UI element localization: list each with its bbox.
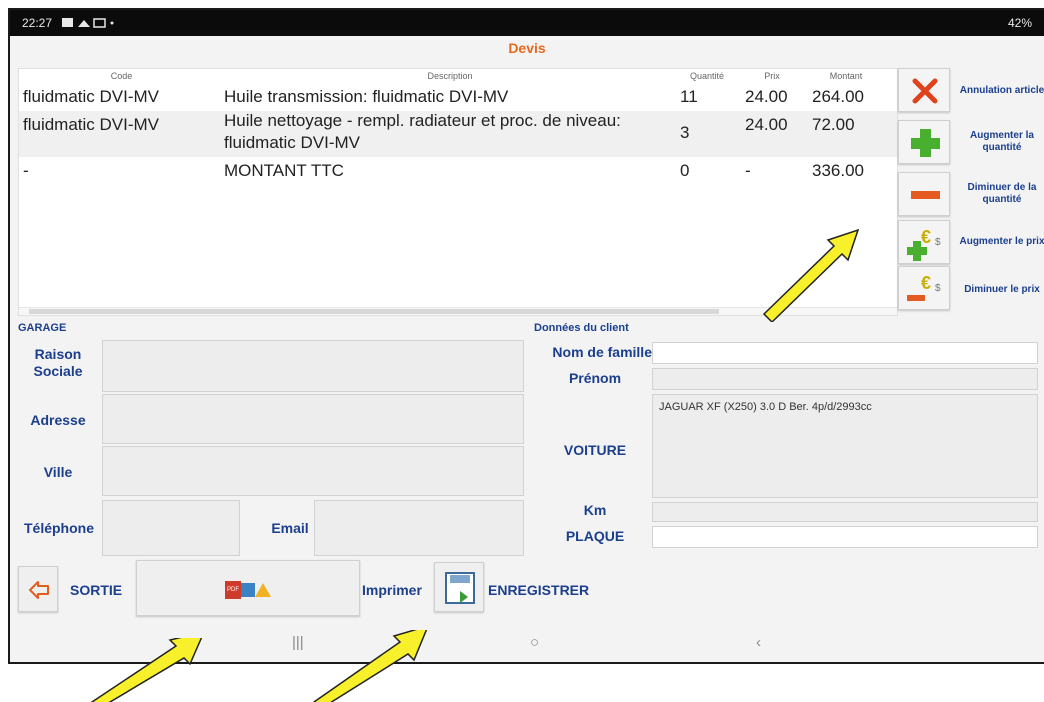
last-name-label: Nom de famille — [552, 344, 652, 360]
cell-description-line2: fluidmatic DVI-MV — [224, 133, 361, 152]
km-label: Km — [583, 502, 607, 518]
increase-quantity-label-line1: Augmenter la — [970, 130, 1034, 141]
client-section-label: Données du client — [534, 322, 629, 334]
exit-label: SORTIE — [70, 582, 123, 598]
cell-description-line1: Huile nettoyage - rempl. radiateur et pr… — [224, 111, 621, 130]
company-name-label-line2: Sociale — [33, 363, 83, 379]
cell-description: Huile transmission: fluidmatic DVI-MV — [224, 87, 509, 106]
plate-field[interactable] — [652, 526, 1038, 548]
company-name-field[interactable] — [102, 340, 524, 392]
cancel-item-label: Annulation article — [959, 85, 1044, 96]
address-label: Adresse — [30, 412, 86, 428]
cell-code: fluidmatic DVI-MV — [23, 87, 160, 106]
col-price: Prix — [764, 71, 780, 81]
cell-amount: 264.00 — [812, 87, 864, 106]
svg-text:€: € — [921, 273, 931, 293]
plate-label: PLAQUE — [565, 528, 625, 544]
city-field[interactable] — [102, 446, 524, 496]
phone-label: Téléphone — [23, 520, 94, 536]
status-time: 22:27 — [22, 16, 53, 30]
company-name-label: Raison Sociale — [18, 346, 98, 380]
company-name-label-line1: Raison — [34, 346, 82, 362]
phone-field[interactable] — [102, 500, 240, 556]
cell-description: MONTANT TTC — [224, 161, 344, 180]
battery-indicator: 42% — [1007, 16, 1032, 30]
last-name-field[interactable] — [652, 342, 1038, 364]
col-code: Code — [110, 71, 133, 81]
plus-icon — [911, 129, 940, 157]
exit-button[interactable] — [18, 566, 58, 612]
increase-price-label: Augmenter le prix — [959, 236, 1044, 247]
table-row[interactable]: fluidmatic DVI-MV Huile transmission: fl… — [19, 85, 897, 109]
svg-text:$: $ — [935, 237, 941, 248]
cell-code: fluidmatic DVI-MV — [23, 115, 160, 134]
android-nav-bar: ||| ○ ‹ — [10, 626, 1044, 662]
horizontal-scrollbar[interactable] — [19, 307, 897, 315]
scrollbar-thumb[interactable] — [29, 309, 719, 314]
increase-quantity-button[interactable] — [898, 120, 950, 164]
cell-price: - — [745, 161, 751, 180]
car-field[interactable]: JAGUAR XF (X250) 3.0 D Ber. 4p/d/2993cc — [652, 394, 1038, 498]
minus-icon — [911, 191, 940, 199]
decrease-price-label: Diminuer le prix — [964, 284, 1040, 295]
print-label: Imprimer — [362, 582, 422, 598]
decrease-quantity-label-line1: Diminuer de la — [967, 182, 1037, 193]
car-value: JAGUAR XF (X250) 3.0 D Ber. 4p/d/2993cc — [659, 401, 872, 413]
col-amount: Montant — [829, 71, 863, 81]
svg-text:$: $ — [935, 283, 941, 294]
table-header: Code Description Quantité Prix Montant — [19, 69, 897, 83]
recent-apps-icon[interactable]: ||| — [292, 634, 304, 651]
cell-price: 24.00 — [745, 87, 788, 106]
table-row[interactable]: fluidmatic DVI-MV Huile nettoyage - remp… — [19, 111, 897, 157]
back-icon[interactable]: ‹ — [756, 634, 761, 651]
quote-table[interactable]: Code Description Quantité Prix Montant f… — [18, 68, 898, 316]
save-label: ENREGISTRER — [488, 582, 590, 598]
first-name-label: Prénom — [568, 370, 622, 386]
cell-quantity: 3 — [680, 123, 690, 142]
km-field[interactable] — [652, 502, 1038, 522]
col-description: Description — [427, 71, 473, 81]
decrease-quantity-button[interactable] — [898, 172, 950, 216]
cell-quantity: 0 — [680, 161, 690, 180]
email-field[interactable] — [314, 500, 524, 556]
cell-quantity: 11 — [680, 87, 698, 106]
cell-amount: 336.00 — [812, 161, 864, 180]
svg-text:PDF: PDF — [227, 587, 239, 593]
pdf-export-icon: PDF — [225, 581, 271, 599]
first-name-field[interactable] — [652, 368, 1038, 390]
status-bar: 22:27 42% — [10, 10, 1044, 36]
address-field[interactable] — [102, 394, 524, 444]
cell-amount: 72.00 — [812, 115, 855, 134]
increase-price-button[interactable]: € $ — [898, 220, 950, 264]
home-icon[interactable]: ○ — [530, 634, 539, 651]
save-icon — [445, 572, 475, 604]
cell-code: - — [23, 161, 29, 180]
increase-quantity-label-line2: quantité — [982, 142, 1022, 153]
svg-text:€: € — [921, 227, 931, 247]
pdf-button[interactable]: PDF — [136, 560, 360, 616]
cell-price: 24.00 — [745, 115, 788, 134]
city-label: Ville — [43, 464, 73, 480]
page-title: Devis — [508, 40, 546, 56]
cancel-item-button[interactable] — [898, 68, 950, 112]
decrease-quantity-label: Diminuer de la quantité — [950, 182, 1044, 206]
price-decrease-icon: € $ — [907, 273, 941, 301]
back-arrow-icon — [29, 581, 49, 599]
close-icon — [912, 78, 938, 104]
col-quantity: Quantité — [689, 71, 725, 81]
table-row[interactable]: - MONTANT TTC 0 - 336.00 — [19, 159, 897, 183]
price-increase-icon: € $ — [907, 227, 941, 261]
decrease-quantity-label-line2: quantité — [982, 194, 1022, 205]
decrease-price-button[interactable]: € $ — [898, 266, 950, 310]
increase-quantity-label: Augmenter la quantité — [950, 130, 1044, 154]
notification-icons — [62, 18, 114, 28]
email-label: Email — [271, 520, 309, 536]
app-window: 22:27 42% Devis Code Description Quantit… — [8, 8, 1044, 664]
garage-section-label: GARAGE — [18, 322, 67, 334]
save-button[interactable] — [434, 562, 484, 612]
car-label: VOITURE — [563, 442, 627, 458]
